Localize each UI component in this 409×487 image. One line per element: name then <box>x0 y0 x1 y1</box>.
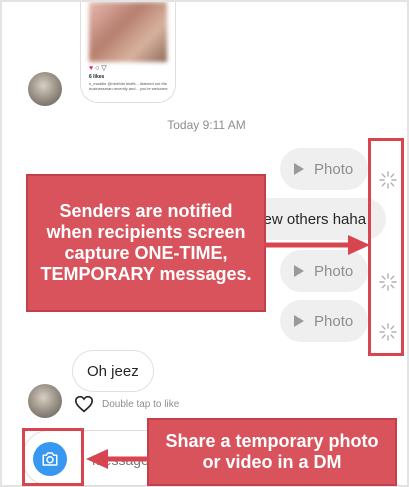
shared-post-image <box>89 2 167 62</box>
post-caption: k_maddie @nickhild bluffs... listened ou… <box>89 81 168 91</box>
photo-label: Photo <box>314 160 354 178</box>
avatar[interactable] <box>28 72 62 106</box>
post-likes: 6 likes <box>89 74 105 80</box>
heart-icon: ♥ <box>89 65 94 72</box>
share-temporary-callout: Share a temporary photo or video in a DM <box>147 418 397 486</box>
callout-arrow-left <box>86 449 150 469</box>
heart-outline-icon[interactable] <box>74 395 94 413</box>
avatar[interactable] <box>28 384 62 418</box>
sent-photo-message[interactable]: Photo <box>280 250 368 292</box>
dm-thread-screen: ♥ ○ ▽ 6 likes k_maddie @nickhild bluffs.… <box>0 0 409 487</box>
share-icon: ▽ <box>101 65 107 72</box>
photo-label: Photo <box>314 312 354 330</box>
post-action-icons: ♥ ○ ▽ <box>89 64 107 72</box>
message-text: Oh jeez <box>87 362 139 380</box>
screen-capture-callout: Senders are notified when recipients scr… <box>26 174 266 312</box>
received-text-message[interactable]: Oh jeez <box>72 350 154 392</box>
comment-icon: ○ <box>95 65 100 72</box>
callout-arrow-right <box>264 235 370 255</box>
like-hint-text: Double tap to like <box>102 398 180 410</box>
message-timestamp: Today 9:11 AM <box>167 118 246 132</box>
photo-label: Photo <box>314 262 354 280</box>
play-icon <box>294 315 304 327</box>
play-icon <box>294 265 304 277</box>
spinner-highlight-box <box>368 138 404 356</box>
sent-photo-message[interactable]: Photo <box>280 300 368 342</box>
sent-photo-message[interactable]: Photo <box>280 148 368 190</box>
callout-text: Senders are notified when recipients scr… <box>40 201 252 284</box>
camera-highlight-box <box>22 428 84 486</box>
like-hint-row: Double tap to like <box>74 395 179 413</box>
callout-text: Share a temporary photo or video in a DM <box>165 431 379 472</box>
play-icon <box>294 163 304 175</box>
shared-post-card[interactable]: ♥ ○ ▽ 6 likes k_maddie @nickhild bluffs.… <box>80 2 176 103</box>
